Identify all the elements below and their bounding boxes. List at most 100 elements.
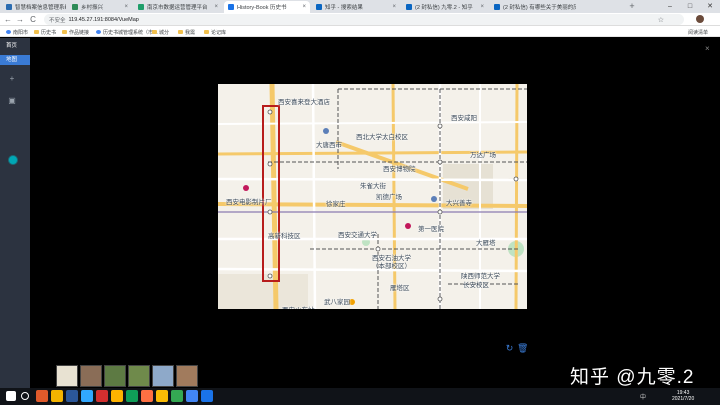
add-icon[interactable]: + (7, 74, 17, 84)
delete-icon[interactable]: 🗑 (517, 344, 528, 353)
close-icon[interactable]: × (705, 44, 710, 53)
map-label: 大雁塔 (476, 240, 496, 247)
tab-close-icon[interactable]: × (302, 4, 306, 10)
browser-tab[interactable]: (2 封私信) 九零.2 - 知乎 × (402, 1, 488, 13)
app-6[interactable] (111, 390, 123, 402)
bookmark-label: 我需 (185, 29, 196, 36)
tab-favicon-icon (316, 4, 322, 10)
map-thumbnail[interactable] (56, 365, 78, 387)
browser-tab[interactable]: History-Book 历史书 × (224, 1, 310, 13)
browser-toolbar: ← → C 不安全 119.45.27.191:8084/VueMap ☆ (0, 13, 720, 26)
start-button[interactable] (6, 391, 16, 401)
map-label: 雁塔区 (390, 285, 410, 292)
sidebar-item-home[interactable]: 首页 (0, 41, 30, 51)
tab-label: 智慧档案信息管理系统 (15, 5, 66, 11)
taskbar-clock[interactable]: 19:43 2021/7/20 (672, 390, 694, 402)
map-label: 朱雀大街 (360, 183, 386, 190)
bookmark-label: 南阳市 (13, 29, 29, 36)
app-11[interactable] (186, 390, 198, 402)
folder-icon (62, 30, 67, 34)
clock-date: 2021/7/20 (672, 396, 695, 402)
tab-favicon-icon (494, 4, 500, 10)
app-10[interactable] (171, 390, 183, 402)
app-5[interactable] (96, 390, 108, 402)
map-label: 西安电影制片厂 (226, 199, 272, 206)
map-label: 武八家园 (324, 299, 350, 306)
globe-icon (6, 30, 11, 34)
browser-tab[interactable]: 智慧档案信息管理系统× (2, 1, 66, 13)
tab-favicon-icon (72, 4, 78, 10)
bookmark-item[interactable]: 历史书城管理系统（市… (96, 28, 158, 36)
app-4[interactable] (81, 390, 93, 402)
browser-tab[interactable]: 乡村振兴 × (68, 1, 132, 13)
browser-tab[interactable]: 南京市数据运营管理平台 × (134, 1, 222, 13)
bookmark-item[interactable]: 历史书 (34, 28, 56, 36)
maximize-button[interactable]: □ (680, 0, 700, 13)
tab-close-icon[interactable]: × (480, 4, 484, 10)
app-2[interactable] (51, 390, 63, 402)
tab-close-icon[interactable]: × (392, 4, 396, 10)
search-button[interactable] (21, 392, 29, 400)
address-bar[interactable]: 不安全 119.45.27.191:8084/VueMap ☆ (44, 14, 684, 25)
folder-icon (178, 30, 183, 34)
bookmark-item[interactable]: 南阳市 (6, 28, 28, 36)
map-label: 万达广场 (470, 152, 496, 159)
app-3[interactable] (66, 390, 78, 402)
tab-close-icon[interactable]: × (214, 4, 218, 10)
bookmark-label: 历史书城管理系统（市… (103, 29, 159, 36)
map-image: 西安喜来登大酒店 西北大学太白校区 西安咸阳 大唐西市 西安博物院 万达广场 朱雀大街 凯德广… (218, 84, 527, 309)
tray-ime[interactable]: 中 (640, 392, 646, 401)
map-label: 西安火车站 (282, 304, 315, 309)
app-sidebar: 首页 地图 + ▣ (0, 38, 30, 388)
map-label: 西安交通大学 (338, 232, 377, 239)
app-12[interactable] (201, 390, 213, 402)
tab-label: 知乎 - 搜索结果 (325, 5, 363, 11)
close-window-button[interactable]: ✕ (700, 0, 720, 13)
tab-strip: 智慧档案信息管理系统×乡村振兴×南京市数据运营管理平台×History-Book… (0, 0, 720, 13)
map-label: 大唐西市 (316, 142, 342, 149)
reload-button[interactable]: C (28, 14, 38, 25)
reading-list-button[interactable]: 阅读清单 (688, 28, 708, 36)
app-8[interactable] (141, 390, 153, 402)
tab-favicon-icon (228, 4, 234, 10)
browser-tab[interactable]: 知乎 - 搜索结果 × (312, 1, 400, 13)
sidebar-item-map[interactable]: 地图 (0, 55, 30, 65)
bookmark-star-icon[interactable]: ☆ (658, 16, 664, 24)
back-button[interactable]: ← (3, 14, 13, 25)
tab-close-icon[interactable]: × (124, 4, 128, 10)
app-1[interactable] (36, 390, 48, 402)
tab-favicon-icon (138, 4, 144, 10)
app-9[interactable] (156, 390, 168, 402)
security-indicator[interactable]: 不安全 (49, 16, 66, 24)
rotate-icon[interactable]: ↻ (505, 344, 514, 353)
bookmark-item[interactable]: 论记库 (204, 28, 226, 36)
new-tab-button[interactable]: + (627, 1, 637, 12)
url-text[interactable]: 119.45.27.191:8084/VueMap (69, 17, 139, 23)
garden-thumbnail[interactable] (128, 365, 150, 387)
bookmark-item[interactable]: 城分 (152, 28, 169, 36)
bookmark-label: 作品链接 (69, 29, 90, 36)
browser-tab[interactable]: (2 封私信) 有哪些关于美丽的历史…× (490, 1, 576, 13)
status-circle-icon[interactable] (8, 155, 18, 165)
app-7[interactable] (126, 390, 138, 402)
map-label: 凯德广场 (376, 194, 402, 201)
map-label: 西安喜来登大酒店 (278, 99, 330, 106)
image-icon[interactable]: ▣ (7, 96, 17, 106)
bookmarks-bar: 南阳市 历史书 作品链接 历史书城管理系统（市… 城分 我需 论记库 阅读清单 (0, 26, 720, 37)
bookmark-item[interactable]: 我需 (178, 28, 195, 36)
tab-label: History-Book 历史书 (237, 5, 287, 11)
folder-icon (204, 30, 209, 34)
building-thumbnail[interactable] (80, 365, 102, 387)
bookmark-label: 历史书 (41, 29, 57, 36)
park-thumbnail[interactable] (104, 365, 126, 387)
windows-taskbar: 中 19:43 2021/7/20 (0, 388, 720, 405)
tower-thumbnail[interactable] (176, 365, 198, 387)
profile-avatar[interactable] (696, 15, 704, 23)
map-label: 第一医院 (418, 226, 444, 233)
square-thumbnail[interactable] (152, 365, 174, 387)
globe-icon (96, 30, 101, 34)
bookmark-item[interactable]: 作品链接 (62, 28, 89, 36)
minimize-button[interactable]: – (660, 0, 680, 13)
map-label: 西安咸阳 (451, 115, 477, 122)
forward-button[interactable]: → (15, 14, 25, 25)
